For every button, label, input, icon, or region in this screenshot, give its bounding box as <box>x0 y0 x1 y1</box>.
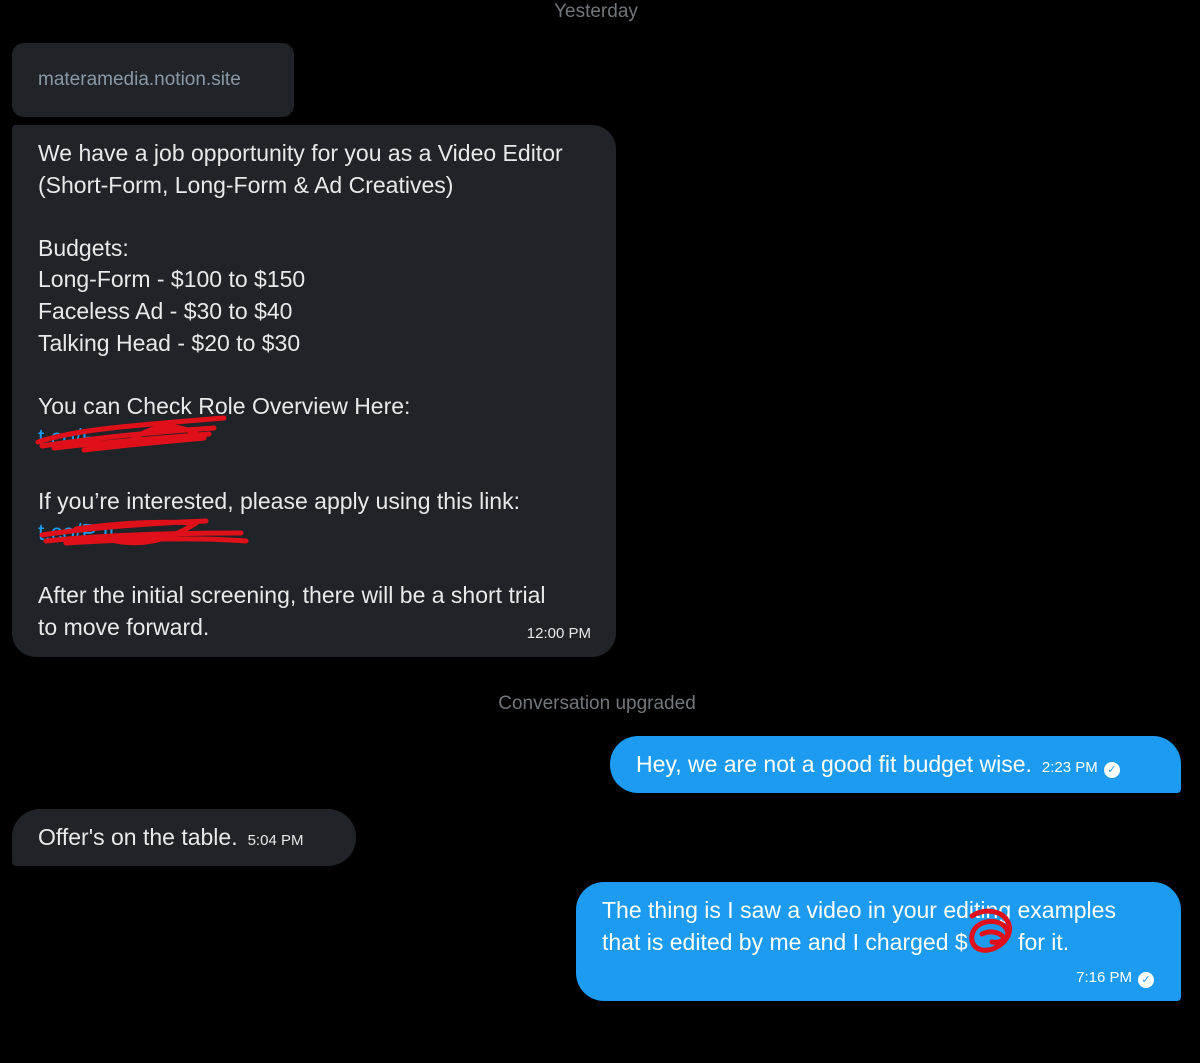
message-line-blank <box>38 454 590 486</box>
read-check-icon: ✓ <box>1103 762 1120 778</box>
message-line: (Short-Form, Long-Form & Ad Creatives) <box>38 171 454 198</box>
message-bubble-incoming: We have a job opportunity for you as a V… <box>12 125 616 657</box>
censored-amount <box>968 908 1012 953</box>
message-line: Faceless Ad - $30 to $40 <box>38 297 293 324</box>
message-line: Talking Head - $20 to $30 <box>38 329 301 356</box>
message-line-start: that is edited by me and I charged $ <box>602 928 968 955</box>
message-link-line: t.co/F <box>35 415 590 454</box>
role-overview-link[interactable]: t.co/F <box>38 424 96 450</box>
read-check-icon: ✓ <box>1138 972 1154 988</box>
message-line-end: for it. <box>1011 928 1070 955</box>
message-line-blank <box>38 201 590 233</box>
message-line: The thing is I saw a video in your editi… <box>602 897 1116 923</box>
message-line: Long-Form - $100 to $150 <box>38 266 306 293</box>
message-line: to move forward. <box>38 613 210 640</box>
message-line: that is edited by me and I charged $ for… <box>602 908 1155 959</box>
message-timestamp: 5:04 PM <box>247 832 304 849</box>
link-preview-domain: materamedia.notion.site <box>38 69 241 90</box>
message-bubble-outgoing: The thing is I saw a video in your editi… <box>576 882 1181 1001</box>
message-line: If you’re interested, please apply using… <box>38 487 520 514</box>
message-meta: 7:16 PM ✓ <box>1076 969 1154 988</box>
message-text: Offer's on the table. <box>38 824 238 850</box>
message-timestamp: 7:16 PM <box>1076 969 1132 986</box>
message-line: After the initial screening, there will … <box>38 582 546 609</box>
message-line-blank <box>38 549 590 581</box>
message-line: You can Check Role Overview Here: <box>38 392 411 419</box>
message-bubble-incoming: Offer's on the table. 5:04 PM <box>12 809 356 866</box>
system-note: Conversation upgraded <box>498 693 696 714</box>
message-text: Hey, we are not a good fit budget wise. <box>636 751 1032 777</box>
message-line: Budgets: <box>38 234 129 261</box>
message-bubble-outgoing: Hey, we are not a good fit budget wise. 2… <box>610 736 1181 793</box>
link-preview-card[interactable]: materamedia.notion.site <box>12 43 294 117</box>
apply-link[interactable]: t.co/PJI <box>38 519 115 545</box>
message-link-line: t.co/PJI <box>38 517 590 549</box>
message-line: We have a job opportunity for you as a V… <box>38 140 563 166</box>
message-line-blank <box>38 359 590 391</box>
message-timestamp: 12:00 PM <box>526 625 591 642</box>
message-timestamp: 2:23 PM <box>1041 759 1098 776</box>
date-separator: Yesterday <box>554 1 638 22</box>
